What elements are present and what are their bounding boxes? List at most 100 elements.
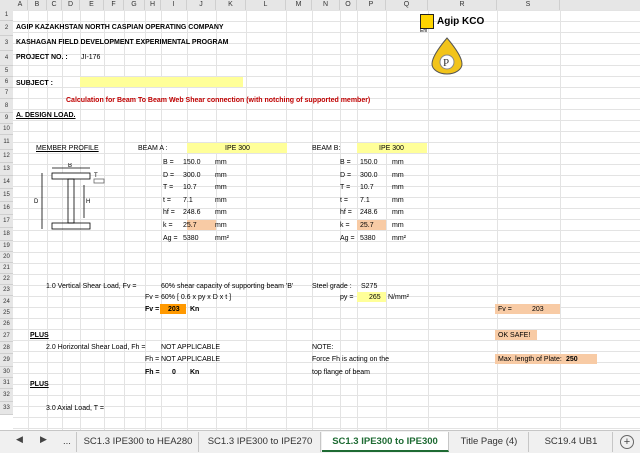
column-header-R[interactable]: R <box>428 0 497 10</box>
steel-grade-label: Steel grade : <box>312 283 352 290</box>
fh-label: Fh = <box>145 356 160 363</box>
svg-text:B: B <box>68 163 72 169</box>
grid-column-line <box>286 10 287 430</box>
program-name: KASHAGAN FIELD DEVELOPMENT EXPERIMENTAL … <box>16 39 229 46</box>
row-header-17[interactable]: 17 <box>0 215 13 228</box>
row-header-1[interactable]: 1 <box>0 10 13 21</box>
calc-title: Calculation for Beam To Beam Web Shear c… <box>66 97 371 104</box>
beam-a-section: IPE 300 <box>225 145 250 152</box>
note-label: NOTE: <box>312 344 334 351</box>
eni-text: Eni <box>420 28 428 34</box>
beam-a-prop-label: B = <box>163 159 174 166</box>
column-header-S[interactable]: S <box>497 0 560 10</box>
column-header-F[interactable]: F <box>104 0 124 10</box>
beam-a-prop-value: 7.1 <box>183 196 193 204</box>
row-header-33[interactable]: 33 <box>0 402 13 415</box>
add-sheet-icon[interactable]: + <box>620 435 634 449</box>
row-header-14[interactable]: 14 <box>0 176 13 189</box>
row-header-12[interactable]: 12 <box>0 150 13 163</box>
tab-sc194[interactable]: SC19.4 UB1 <box>530 432 613 452</box>
column-header-M[interactable]: M <box>286 0 312 10</box>
beam-a-prop-unit: mm <box>215 196 227 204</box>
row-header-32[interactable]: 32 <box>0 389 13 402</box>
row-header-26[interactable]: 26 <box>0 319 13 330</box>
subject-label: SUBJECT : <box>16 80 53 87</box>
column-header-J[interactable]: J <box>187 0 216 10</box>
beam-b-prop-label: k = <box>340 222 350 229</box>
row-header-29[interactable]: 29 <box>0 354 13 367</box>
column-header-G[interactable]: G <box>124 0 145 10</box>
row-header-16[interactable]: 16 <box>0 202 13 215</box>
column-header-B[interactable]: B <box>28 0 47 10</box>
tab-sc13-ipe300[interactable]: SC1.3 IPE300 to IPE300 <box>322 432 449 452</box>
row-header-19[interactable]: 19 <box>0 241 13 252</box>
row-header-8[interactable]: 8 <box>0 99 13 113</box>
grid-column-line <box>28 10 29 430</box>
row-header-25[interactable]: 25 <box>0 308 13 319</box>
row-header-24[interactable]: 24 <box>0 296 13 308</box>
row-header-21[interactable]: 21 <box>0 263 13 274</box>
row-header-15[interactable]: 15 <box>0 189 13 202</box>
row-header-3[interactable]: 3 <box>0 36 13 51</box>
load3-label: 3.0 Axial Load, T = <box>46 405 104 412</box>
row-header-2[interactable]: 2 <box>0 21 13 36</box>
right-fv-value: 203 <box>532 306 544 313</box>
beam-a-prop-unit: mm² <box>215 234 229 242</box>
beam-a-prop-label: T = <box>163 184 174 192</box>
row-header-27[interactable]: 27 <box>0 330 13 342</box>
fv-formula: 60% [ 0.6 x py x D x t ] <box>161 294 232 301</box>
row-header-31[interactable]: 31 <box>0 378 13 389</box>
row-header-6[interactable]: 6 <box>0 77 13 88</box>
beam-b-prop-value: 248.6 <box>360 209 378 217</box>
beam-b-prop-label: D = <box>340 171 352 179</box>
beam-a-prop-unit: mm <box>215 171 227 179</box>
row-header-20[interactable]: 20 <box>0 252 13 263</box>
tab-sc13-ipe270[interactable]: SC1.3 IPE300 to IPE270 <box>200 432 321 452</box>
ok-safe-text: OK SAFE! <box>498 332 531 339</box>
row-header-23[interactable]: 23 <box>0 285 13 296</box>
fh-result-unit: Kn <box>190 369 200 376</box>
load2-label: 2.0 Horizontal Shear Load, Fh = <box>46 344 146 351</box>
column-header-N[interactable]: N <box>312 0 340 10</box>
beam-b-prop-value: 5380 <box>360 234 376 242</box>
column-header-A[interactable]: A <box>13 0 28 10</box>
row-header-18[interactable]: 18 <box>0 228 13 241</box>
column-header-H[interactable]: H <box>145 0 161 10</box>
agip-logo: Eni Agip KCO P <box>417 11 497 77</box>
row-header-9[interactable]: 9 <box>0 113 13 124</box>
tab-more[interactable]: ... <box>58 432 77 452</box>
subject-cell[interactable] <box>80 77 243 87</box>
tab-scroll-right-icon[interactable]: ▶ <box>40 434 47 445</box>
column-header-E[interactable]: E <box>80 0 104 10</box>
column-header-O[interactable]: O <box>340 0 357 10</box>
row-header-13[interactable]: 13 <box>0 163 13 176</box>
tab-title-page[interactable]: Title Page (4) <box>450 432 529 452</box>
beam-a-prop-unit: mm <box>215 184 227 192</box>
row-header-10[interactable]: 10 <box>0 124 13 135</box>
row-header-22[interactable]: 22 <box>0 274 13 285</box>
column-header-D[interactable]: D <box>62 0 80 10</box>
beam-a-prop-unit: mm <box>215 222 227 229</box>
column-header-I[interactable]: I <box>161 0 187 10</box>
row-header-30[interactable]: 30 <box>0 367 13 378</box>
plus-label-2: PLUS <box>30 381 49 388</box>
row-header-4[interactable]: 4 <box>0 51 13 66</box>
row-header-5[interactable]: 5 <box>0 66 13 77</box>
row-header-28[interactable]: 28 <box>0 342 13 354</box>
column-header-K[interactable]: K <box>216 0 246 10</box>
tab-scroll-left-icon[interactable]: ◀ <box>16 434 23 445</box>
grid-column-line <box>124 10 125 430</box>
column-header-L[interactable]: L <box>246 0 286 10</box>
oil-drop-icon: P <box>431 37 463 75</box>
grid-column-line <box>497 10 498 430</box>
load2-value: NOT APPLICABLE <box>161 344 221 351</box>
column-header-C[interactable]: C <box>47 0 62 10</box>
row-header-7[interactable]: 7 <box>0 88 13 99</box>
column-header-P[interactable]: P <box>357 0 386 10</box>
beam-b-prop-value: 150.0 <box>360 159 378 166</box>
beam-b-prop-label: Ag = <box>340 234 355 242</box>
column-header-Q[interactable]: Q <box>386 0 428 10</box>
row-header-11[interactable]: 11 <box>0 135 13 150</box>
beam-a-prop-label: D = <box>163 171 175 179</box>
tab-sc13-hea280[interactable]: SC1.3 IPE300 to HEA280 <box>78 432 199 452</box>
